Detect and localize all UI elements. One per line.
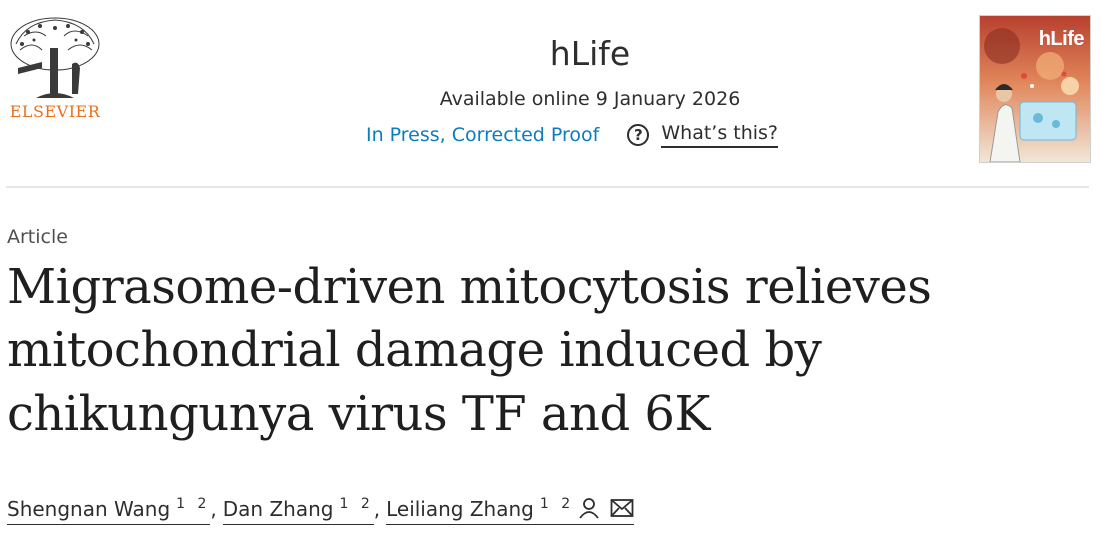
author-name: Shengnan Wang [7, 497, 171, 521]
in-press-status-link[interactable]: In Press, Corrected Proof [366, 124, 599, 146]
elsevier-tree-icon [10, 17, 100, 98]
author-link[interactable]: Shengnan Wang 1 2 [7, 496, 211, 525]
whats-this-label: What’s this? [661, 122, 779, 148]
author-separator: , [210, 497, 217, 521]
envelope-icon [610, 499, 634, 517]
author-affiliations: 1 2 [176, 496, 211, 512]
author-name: Dan Zhang [222, 497, 334, 521]
question-circle-icon: ? [627, 124, 650, 146]
whats-this-button[interactable]: ? What’s this? [627, 122, 779, 148]
article-title: Migrasome-driven mitocytosis relieves mi… [7, 259, 932, 442]
person-icon [579, 498, 599, 519]
author-icons [578, 497, 634, 519]
author-link[interactable]: Dan Zhang 1 2 [222, 496, 374, 525]
author-affiliations: 1 2 [339, 496, 374, 512]
journal-title[interactable]: hLife [260, 34, 920, 73]
corresponding-author-link[interactable]: Leiliang Zhang 1 2 [386, 494, 635, 525]
author-list: Shengnan Wang 1 2 , Dan Zhang 1 2 , Leil… [7, 494, 635, 525]
author-separator: , [373, 497, 381, 521]
article-type-label: Article [7, 226, 68, 248]
author-name: Leiliang Zhang [386, 497, 534, 521]
author-affiliations: 1 2 [539, 496, 575, 512]
cover-journal-title: hLife [1038, 28, 1085, 50]
status-row: In Press, Corrected Proof ? What’s this? [260, 122, 920, 148]
journal-cover-image[interactable]: hLife [979, 15, 1091, 163]
availability-date: Available online 9 January 2026 [439, 88, 741, 110]
header-divider [6, 186, 1089, 188]
publisher-name: ELSEVIER [9, 102, 101, 121]
